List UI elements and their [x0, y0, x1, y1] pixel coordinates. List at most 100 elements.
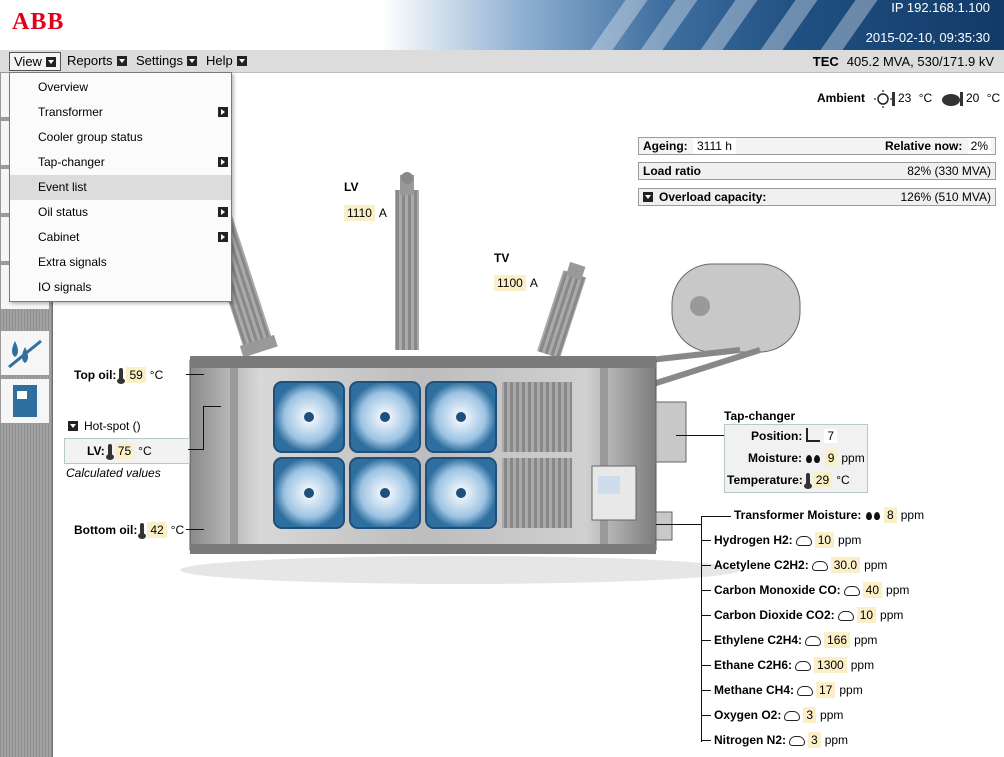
expand-toggle-icon[interactable]	[68, 421, 78, 431]
gas-label: Carbon Monoxide CO:	[714, 583, 841, 597]
load-ratio-row: Load ratio 82% (330 MVA)	[638, 162, 996, 180]
relative-now-value: 2%	[967, 138, 991, 154]
gas-value: 40	[862, 582, 883, 598]
lv-current-unit: A	[378, 206, 387, 220]
overload-capacity-label: Overload capacity:	[659, 190, 767, 204]
oil-status-side-button[interactable]	[0, 330, 50, 376]
header-banner	[0, 0, 1004, 50]
gas-label: Hydrogen H2:	[714, 533, 793, 547]
bottom-oil-value: 42	[147, 522, 167, 538]
drop-icon	[806, 455, 813, 463]
gas-row: Acetylene C2H2: 30.0 ppm	[714, 556, 887, 574]
cabinet-side-button[interactable]	[0, 378, 50, 424]
overload-capacity-row[interactable]: Overload capacity: 126% (510 MVA)	[638, 188, 996, 206]
menu-item-overview[interactable]: Overview	[10, 75, 231, 100]
gas-value: 10	[856, 607, 877, 623]
thermometer-icon	[138, 523, 147, 539]
menu-item-extra-signals[interactable]: Extra signals	[10, 250, 231, 275]
menu-item-event-list[interactable]: Event list	[10, 175, 231, 200]
tap-changer-title: Tap-changer	[724, 409, 796, 423]
gas-value: 1300	[814, 657, 847, 673]
gas-label: Oxygen O2:	[714, 708, 782, 722]
gas-cloud-icon	[837, 611, 854, 621]
top-oil-row: Top oil: 59 °C	[74, 366, 163, 384]
ageing-value: 3111 h	[693, 138, 736, 154]
gas-value: 30.0	[830, 557, 861, 573]
gas-cloud-icon	[795, 661, 812, 671]
tap-moisture-value: 9	[824, 450, 838, 466]
tap-moisture-label: Moisture:	[748, 451, 802, 465]
menu-settings[interactable]: Settings	[132, 52, 201, 70]
tv-bushing-label: TV	[494, 251, 510, 265]
transformer-illustration	[180, 172, 801, 584]
ambient-label: Ambient	[817, 91, 865, 105]
transformer-moisture-row: Transformer Moisture: 8 ppm	[734, 506, 924, 524]
menu-item-tap-changer[interactable]: Tap-changer	[10, 150, 231, 175]
ambient-cloud-unit: °C	[986, 91, 1001, 105]
hotspot-lv-label: LV:	[87, 444, 105, 458]
chevron-right-icon	[218, 107, 228, 117]
expand-toggle-icon[interactable]	[643, 192, 653, 202]
menu-view[interactable]: View	[9, 52, 61, 71]
drop-icon	[873, 512, 880, 520]
menu-item-cabinet[interactable]: Cabinet	[10, 225, 231, 250]
menu-item-cooler-group-status[interactable]: Cooler group status	[10, 125, 231, 150]
menu-reports[interactable]: Reports	[63, 52, 131, 70]
drop-icon	[814, 455, 821, 463]
top-oil-unit: °C	[149, 368, 164, 382]
gas-unit: ppm	[864, 558, 888, 572]
gas-value: 166	[824, 632, 851, 648]
gas-row: Ethane C2H6: 1300 ppm	[714, 656, 874, 674]
relative-now-label: Relative now:	[885, 139, 963, 153]
chevron-right-icon	[218, 232, 228, 242]
drop-icon	[865, 512, 872, 520]
chevron-down-icon	[236, 56, 247, 66]
gas-value: 10	[814, 532, 835, 548]
datetime: 2015-02-10, 09:35:30	[865, 30, 990, 45]
oil-drops-icon	[8, 339, 42, 369]
transformer-moisture-value: 8	[884, 507, 897, 523]
hotspot-toggle[interactable]: Hot-spot ()	[68, 417, 141, 435]
tap-position-icon	[806, 428, 821, 442]
gas-unit: ppm	[854, 633, 878, 647]
ambient-cloud-value: 20	[966, 91, 980, 105]
view-dropdown-menu: Overview Transformer Cooler group status…	[9, 72, 232, 302]
tap-moisture-unit: ppm	[841, 451, 865, 465]
gas-unit: ppm	[850, 658, 875, 672]
gas-cloud-icon	[797, 686, 814, 696]
ambient-sun-value: 23	[898, 91, 912, 105]
tap-temperature-value: 29	[812, 472, 833, 488]
gas-unit: ppm	[824, 733, 849, 747]
menu-help[interactable]: Help	[202, 52, 251, 70]
gas-label: Carbon Dioxide CO2:	[714, 608, 835, 622]
cabinet-icon	[13, 385, 37, 417]
load-ratio-label: Load ratio	[643, 164, 702, 178]
gas-unit: ppm	[838, 533, 862, 547]
gas-row: Carbon Monoxide CO: 40 ppm	[714, 581, 909, 599]
gas-row: Hydrogen H2: 10 ppm	[714, 531, 861, 549]
gas-cloud-icon	[789, 736, 805, 746]
tap-temperature-label: Temperature:	[727, 473, 803, 487]
menu-item-transformer[interactable]: Transformer	[10, 100, 231, 125]
chevron-down-icon	[186, 56, 197, 66]
thermometer-icon	[803, 473, 812, 489]
menu-bar: View Reports Settings Help TEC 405.2 MVA,…	[0, 50, 1004, 73]
gas-cloud-icon	[811, 561, 828, 571]
tv-current-unit: A	[529, 276, 538, 290]
chevron-down-icon	[45, 57, 56, 67]
gas-row: Ethylene C2H4: 166 ppm	[714, 631, 877, 649]
sun-thermometer-icon	[874, 90, 895, 108]
bottom-oil-label: Bottom oil:	[74, 523, 138, 537]
top-oil-label: Top oil:	[74, 368, 117, 382]
gas-cloud-icon	[795, 536, 812, 546]
hotspot-lv-unit: °C	[138, 444, 152, 458]
gas-row: Oxygen O2: 3 ppm	[714, 706, 843, 724]
menu-item-io-signals[interactable]: IO signals	[10, 275, 231, 300]
menu-item-oil-status[interactable]: Oil status	[10, 200, 231, 225]
gas-value: 3	[808, 732, 821, 748]
bottom-oil-unit: °C	[170, 523, 185, 537]
cloud-thermometer-icon	[942, 92, 963, 106]
top-oil-value: 59	[126, 367, 146, 383]
tv-current-value: 1100	[494, 275, 526, 291]
gas-value: 3	[803, 707, 817, 723]
